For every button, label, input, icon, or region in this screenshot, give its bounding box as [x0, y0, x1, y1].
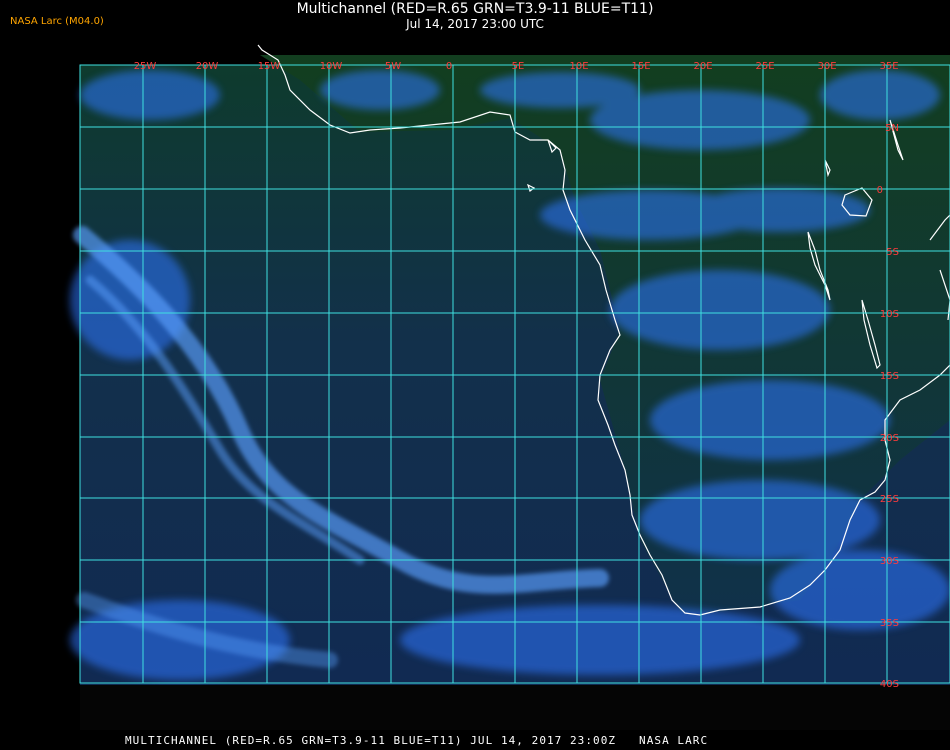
lon-label-35e: 35E	[879, 61, 898, 72]
lon-label-0: 0	[446, 61, 452, 72]
lat-label-30s: 30S	[880, 556, 899, 567]
lon-label-5e: 5E	[512, 61, 525, 72]
lat-label-40s: 40S	[880, 679, 899, 690]
lat-label-15s: 15S	[880, 371, 899, 382]
lat-label-0: 0	[877, 185, 883, 196]
satellite-map: 25W 20W 15W 10W 5W 0 5E 10E 15E 20E 25E …	[70, 44, 950, 730]
lon-label-30e: 30E	[817, 61, 836, 72]
lon-label-5w: 5W	[385, 61, 401, 72]
lat-label-10s: 10S	[880, 309, 899, 320]
lat-label-5s: 5S	[886, 247, 899, 258]
lon-label-15w: 15W	[258, 61, 281, 72]
lon-label-25w: 25W	[134, 61, 157, 72]
lon-label-25e: 25E	[755, 61, 774, 72]
lat-label-35s: 35S	[880, 618, 899, 629]
lon-label-10e: 10E	[569, 61, 588, 72]
footer-caption: MULTICHANNEL (RED=R.65 GRN=T3.9-11 BLUE=…	[125, 734, 709, 747]
lon-label-20e: 20E	[693, 61, 712, 72]
lat-label-25s: 25S	[880, 494, 899, 505]
bottom-band	[80, 685, 950, 730]
lon-label-20w: 20W	[196, 61, 219, 72]
lat-label-5n: 5N	[885, 123, 899, 134]
lon-label-10w: 10W	[320, 61, 343, 72]
lon-label-15e: 15E	[631, 61, 650, 72]
lat-label-20s: 20S	[880, 433, 899, 444]
